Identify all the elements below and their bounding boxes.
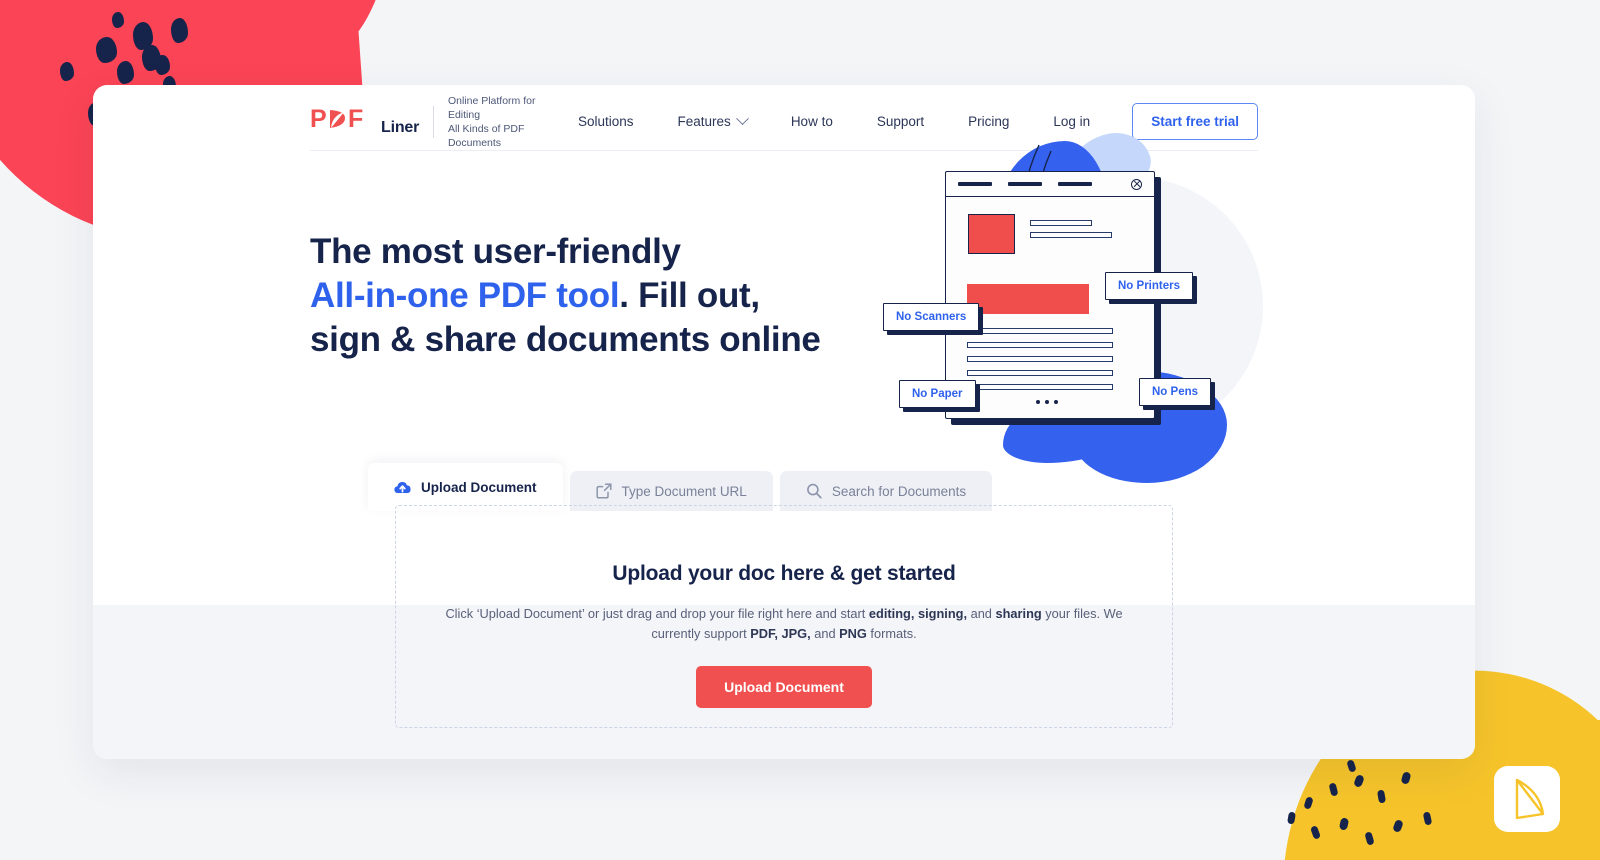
desc-bold-pdf-jpg: PDF, JPG,	[750, 626, 811, 641]
tab-label: Search for Documents	[831, 483, 967, 499]
nav-item-features[interactable]: Features	[656, 112, 769, 129]
tab-label: Type Document URL	[621, 483, 747, 499]
document-image-placeholder	[968, 210, 1023, 254]
ellipsis-icon	[1036, 400, 1058, 404]
liner-wordmark: Liner	[381, 119, 420, 136]
nav-label: Log in	[1053, 114, 1091, 129]
dropzone-title: Upload your doc here & get started	[612, 562, 956, 585]
upload-method-tabs: Upload Document Type Document URL Search…	[368, 463, 993, 511]
landing-page-card: P F Liner Online Platform for Editing Al…	[93, 85, 1475, 759]
svg-text:F: F	[348, 106, 363, 132]
close-circle-icon[interactable]	[1131, 178, 1142, 190]
chevron-down-icon	[735, 112, 749, 126]
hero-line-3: sign & share documents online	[310, 320, 821, 359]
hero-line-2-accent: All-in-one PDF tool	[310, 276, 620, 315]
dropzone-description: Click ‘Upload Document’ or just drag and…	[444, 604, 1124, 644]
cloud-upload-icon	[394, 480, 411, 495]
brand-logo[interactable]: P F Liner Online Platform for Editing Al…	[310, 94, 556, 150]
brand-tagline: Online Platform for Editing All Kinds of…	[447, 94, 536, 149]
external-link-icon	[595, 483, 612, 499]
illustration-tag-no-paper: No Paper	[899, 380, 976, 408]
page-root: P F Liner Online Platform for Editing Al…	[0, 0, 1600, 860]
desc-bold-png: PNG	[839, 626, 867, 641]
nav-label: Features	[677, 114, 731, 129]
nav-item-support[interactable]: Support	[855, 114, 946, 129]
svg-text:P: P	[310, 106, 326, 132]
desc-bold-editing-signing: editing, signing,	[868, 606, 968, 621]
nav-item-log-in[interactable]: Log in	[1031, 114, 1112, 129]
desc-part-2: and	[967, 606, 996, 621]
search-icon	[806, 483, 822, 499]
brand-divider	[433, 105, 434, 138]
menu-bar-item	[958, 182, 992, 186]
nav-item-pricing[interactable]: Pricing	[946, 114, 1031, 129]
document-title-bar	[946, 172, 1154, 197]
nav-label: Pricing	[968, 114, 1010, 129]
menu-bar-item	[1058, 182, 1092, 186]
nav-label: How to	[790, 114, 833, 129]
menu-bar-item	[1008, 182, 1042, 186]
hero-heading: The most user-friendly All-in-one PDF to…	[310, 230, 870, 362]
desc-part-4: and	[810, 626, 840, 641]
desc-bold-sharing: sharing	[995, 606, 1042, 621]
desc-part-5: formats.	[866, 626, 917, 641]
nav-label: Solutions	[577, 114, 634, 129]
tab-label: Upload Document	[421, 479, 537, 495]
tab-upload-document[interactable]: Upload Document	[368, 463, 563, 511]
hero-line-2-rest: . Fill out,	[619, 276, 760, 315]
hero-illustration: No Scanners No Printers No Paper No Pens	[883, 123, 1263, 483]
page-title: The most user-friendly All-in-one PDF to…	[310, 230, 870, 362]
illustration-tag-no-pens: No Pens	[1139, 378, 1212, 406]
pdf-wordmark-icon: P F	[310, 105, 384, 133]
nav-item-solutions[interactable]: Solutions	[556, 114, 656, 129]
illustration-tag-no-printers: No Printers	[1105, 272, 1193, 300]
nav-item-how-to[interactable]: How to	[769, 114, 855, 129]
upload-document-button[interactable]: Upload Document	[696, 666, 872, 708]
nav-label: Support	[876, 114, 925, 129]
illustration-tag-no-scanners: No Scanners	[883, 303, 980, 331]
pdfliner-mark-icon	[1494, 766, 1560, 832]
upload-dropzone[interactable]: Upload your doc here & get started Click…	[395, 505, 1173, 728]
hero-line-1: The most user-friendly	[310, 232, 681, 271]
desc-part-1: Click ‘Upload Document’ or just drag and…	[445, 606, 869, 621]
document-red-banner	[967, 279, 1097, 314]
